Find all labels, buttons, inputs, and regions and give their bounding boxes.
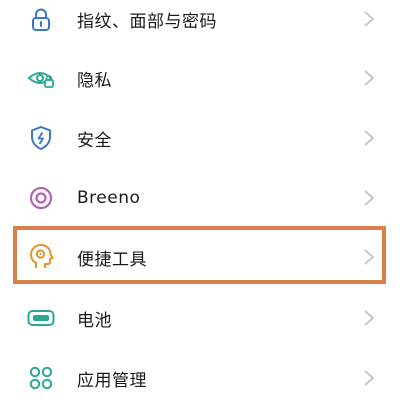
- app-grid-icon: [26, 363, 56, 393]
- breeno-icon: [26, 183, 56, 213]
- shield-icon: [26, 123, 56, 153]
- settings-item-convenience-tools[interactable]: 便捷工具: [0, 227, 400, 287]
- settings-item-label: 指纹、面部与密码: [77, 11, 217, 32]
- settings-item-label: 隐私: [77, 70, 112, 91]
- head-gear-icon: [26, 242, 56, 272]
- settings-item-security[interactable]: 安全: [0, 108, 400, 168]
- settings-item-app-management[interactable]: 应用管理: [0, 348, 400, 403]
- settings-item-privacy[interactable]: 隐私: [0, 48, 400, 108]
- settings-item-label: Breeno: [77, 188, 141, 208]
- chevron-right-icon: [364, 249, 375, 265]
- chevron-right-icon: [364, 130, 375, 146]
- settings-item-label: 便捷工具: [77, 249, 147, 270]
- lock-icon: [26, 4, 56, 34]
- settings-item-label: 电池: [77, 310, 112, 331]
- settings-item-breeno[interactable]: Breeno: [0, 168, 400, 228]
- chevron-right-icon: [364, 310, 375, 326]
- settings-list: 指纹、面部与密码 隐私 安全 Breeno 便捷工具 电池 应用管理: [0, 0, 400, 403]
- settings-item-battery[interactable]: 电池: [0, 288, 400, 348]
- settings-item-label: 安全: [77, 130, 112, 151]
- settings-item-fingerprint-face-password[interactable]: 指纹、面部与密码: [0, 0, 400, 49]
- chevron-right-icon: [364, 370, 375, 386]
- settings-item-label: 应用管理: [77, 370, 147, 391]
- chevron-right-icon: [364, 11, 375, 27]
- chevron-right-icon: [364, 190, 375, 206]
- eye-lock-icon: [26, 63, 56, 93]
- chevron-right-icon: [364, 70, 375, 86]
- battery-icon: [26, 303, 56, 333]
